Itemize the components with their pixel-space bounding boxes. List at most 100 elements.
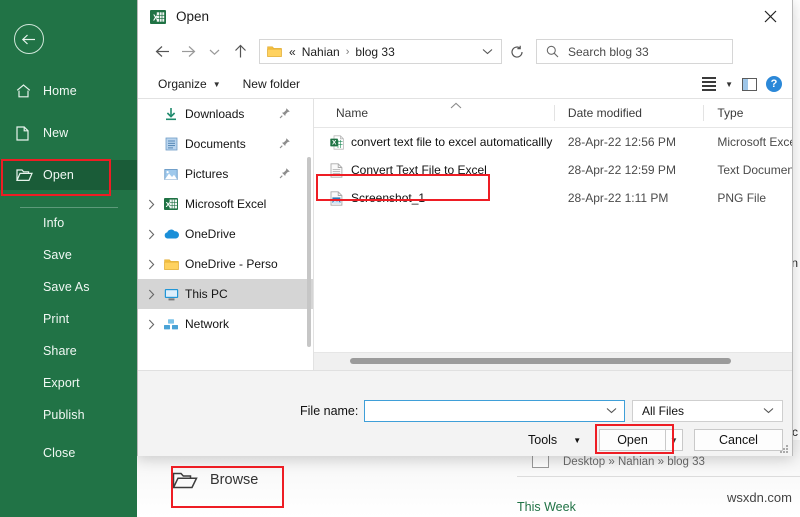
open-folder-icon [172,470,198,490]
sort-ascending-icon [450,101,462,111]
breadcrumb-item-nahian[interactable]: Nahian [302,45,340,59]
tree-item-documents[interactable]: Documents [138,129,313,159]
backstage-item-label: Home [43,84,77,98]
new-folder-button[interactable]: New folder [243,77,300,91]
help-icon[interactable]: ? [766,76,782,92]
pin-icon[interactable] [279,137,291,152]
recent-file-path-row[interactable]: Desktop » Nahian » blog 33 [532,455,705,468]
chevron-right-icon[interactable] [142,319,160,330]
home-icon [16,84,42,98]
file-list-horizontal-scrollbar[interactable] [314,352,792,370]
tree-item-downloads[interactable]: Downloads [138,99,313,129]
browse-label: Browse [210,472,259,488]
resize-grip[interactable] [779,444,789,454]
tree-scrollbar[interactable] [307,157,311,347]
tree-item-label: OneDrive - Perso [185,257,278,271]
pin-icon[interactable] [279,107,291,122]
column-header-date-modified[interactable]: Date modified [553,99,703,127]
tools-button[interactable]: Tools ▼ [528,433,581,447]
column-header-type[interactable]: Type [703,99,792,127]
file-type-cell: Microsoft Excel [717,135,792,149]
chevron-down-icon[interactable] [606,406,617,416]
chevron-right-icon[interactable] [142,259,160,270]
backstage-item-label: Info [43,216,65,230]
backstage-item-save-as[interactable]: Save As [0,272,137,302]
refresh-icon[interactable] [504,39,530,65]
backstage-item-label: Export [43,376,80,390]
svg-text:X: X [166,200,171,209]
backstage-item-save[interactable]: Save [0,240,137,270]
backstage-item-new[interactable]: New [0,118,137,148]
dialog-title-bar: X Open [138,0,792,33]
excel-file-icon: X [330,134,351,150]
file-name-cell[interactable]: Convert Text File to Excel [314,162,554,178]
organize-button[interactable]: Organize ▼ [158,77,221,91]
chevron-right-icon[interactable] [142,289,160,300]
tree-item-network[interactable]: Network [138,309,313,339]
arrow-right-icon[interactable] [175,39,201,65]
open-button[interactable]: Open [599,429,666,451]
chevron-down-icon[interactable] [482,47,493,57]
breadcrumb-item-blog33[interactable]: blog 33 [355,45,394,59]
open-split-caret-icon[interactable]: ▼ [666,429,683,451]
file-row[interactable]: Convert Text File to Excel 28-Apr-22 12:5… [314,156,792,184]
search-input[interactable]: Search blog 33 [536,39,733,64]
pin-icon[interactable] [279,167,291,182]
chevron-right-icon[interactable] [142,199,160,210]
file-type-select[interactable]: All Files [632,400,783,422]
address-bar[interactable]: « Nahian › blog 33 [259,39,502,64]
backstage-item-open[interactable]: Open [0,160,137,190]
pictures-icon [160,168,182,181]
caret-down-icon[interactable]: ▼ [725,80,733,89]
arrow-left-icon[interactable] [149,39,175,65]
preview-pane-icon[interactable] [742,77,757,91]
file-name-cell[interactable]: Screenshot_1 [314,190,554,206]
backstage-item-info[interactable]: Info [0,208,137,238]
documents-icon [160,137,182,151]
navigation-tree-list: Downloads Documents Pictures X Microsoft Exc… [138,99,313,339]
backstage-item-label: Open [43,168,74,182]
tree-item-label: Network [185,317,230,331]
cancel-button[interactable]: Cancel [694,429,783,451]
file-name-text: convert text file to excel automaticalll… [351,135,553,149]
screenshot-root: Desktop » Nahian » blog 33 This Week Bro… [0,0,800,517]
file-row[interactable]: Screenshot_1 28-Apr-22 1:11 PM PNG File [314,184,792,212]
tree-item-onedrive[interactable]: OneDrive [138,219,313,249]
tree-item-onedrive-perso[interactable]: OneDrive - Perso [138,249,313,279]
chevron-right-icon[interactable] [142,229,160,240]
column-header-name[interactable]: Name [314,99,554,127]
backstage-item-home[interactable]: Home [0,76,137,106]
back-arrow-icon[interactable] [14,24,44,54]
scrollbar-thumb[interactable] [350,358,731,364]
file-date-cell: 28-Apr-22 1:11 PM [567,191,669,205]
breadcrumb: « Nahian › blog 33 [289,45,395,59]
backstage-item-export[interactable]: Export [0,368,137,398]
organize-label: Organize [158,77,207,91]
file-type-value: All Files [642,404,685,418]
backstage-item-share[interactable]: Share [0,336,137,366]
dialog-title: Open [176,9,210,24]
chevron-down-icon[interactable] [763,406,774,416]
svg-text:X: X [153,13,159,22]
backstage-item-close[interactable]: Close [0,438,137,468]
backstage-item-print[interactable]: Print [0,304,137,334]
tree-item-microsoft-excel[interactable]: X Microsoft Excel [138,189,313,219]
close-icon[interactable] [748,0,792,33]
backstage-item-label: Save [43,248,72,262]
file-name-cell[interactable]: Xconvert text file to excel automaticall… [314,134,554,150]
arrow-up-icon[interactable] [227,39,253,65]
backstage-item-publish[interactable]: Publish [0,400,137,430]
file-row[interactable]: Xconvert text file to excel automaticall… [314,128,792,156]
browse-button[interactable]: Browse [172,470,258,490]
new-folder-label: New folder [242,77,300,91]
tree-item-pictures[interactable]: Pictures [138,159,313,189]
tree-item-this-pc[interactable]: This PC [138,279,313,309]
svg-text:X: X [332,139,337,146]
breadcrumb-prefix: « [289,44,296,59]
tools-label: Tools [528,433,558,447]
recent-panel-divider [517,476,800,477]
view-list-icon[interactable] [702,77,717,91]
file-name-input[interactable] [364,400,625,422]
chevron-down-icon[interactable] [201,39,227,65]
file-type-cell: Text Document [717,163,792,177]
